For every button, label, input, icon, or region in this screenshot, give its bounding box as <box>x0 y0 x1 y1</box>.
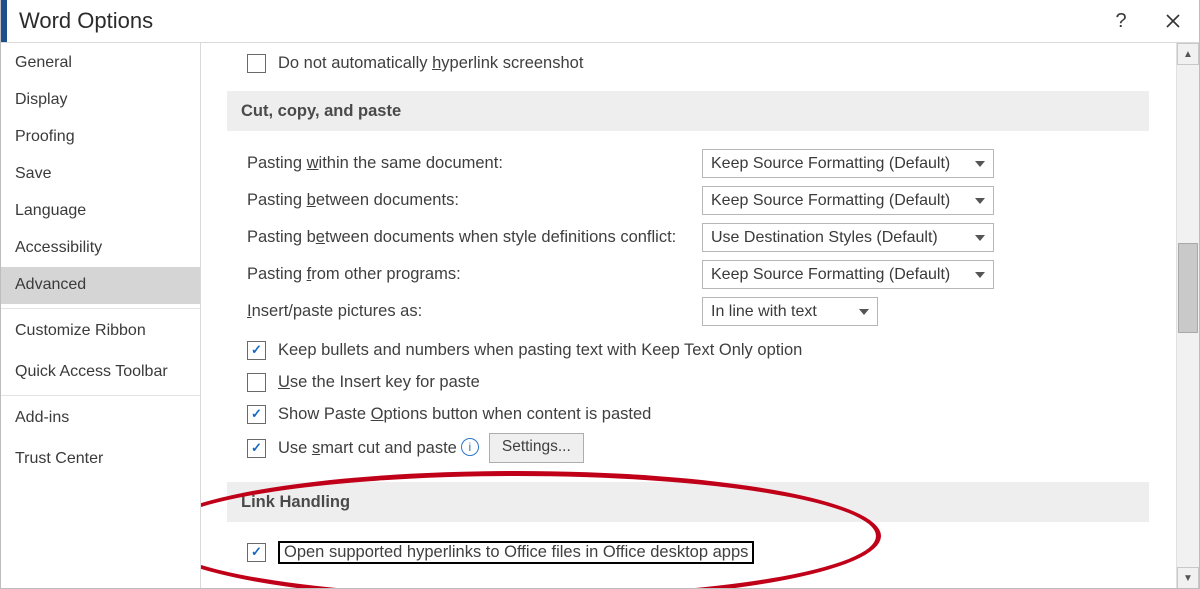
sidebar-item-save[interactable]: Save <box>1 156 200 193</box>
paste-option-label-4: Insert/paste pictures as: <box>247 302 702 321</box>
smart-cut-settings-button[interactable]: Settings... <box>489 433 584 463</box>
paste-checkbox-label-2: Show Paste Options button when content i… <box>278 405 651 424</box>
vertical-scrollbar[interactable]: ▲ ▼ <box>1176 43 1199 589</box>
smart-cut-paste-checkbox[interactable] <box>247 439 266 458</box>
smart-cut-paste-row: Use smart cut and paste i Settings... <box>227 432 1149 464</box>
sidebar-item-quick-access-toolbar[interactable]: Quick Access Toolbar <box>1 354 200 391</box>
title-actions: ? <box>1095 0 1199 42</box>
open-hyperlinks-desktop-label: Open supported hyperlinks to Office file… <box>278 541 754 564</box>
hyperlink-screenshot-row: Do not automatically hyperlink screensho… <box>227 47 1149 79</box>
hyperlink-screenshot-label: Do not automatically hyperlink screensho… <box>278 54 583 73</box>
paste-checkbox-label-0: Keep bullets and numbers when pasting te… <box>278 341 802 360</box>
paste-checkbox-0[interactable] <box>247 341 266 360</box>
paste-option-label-2: Pasting between documents when style def… <box>247 228 702 247</box>
scroll-up-button[interactable]: ▲ <box>1177 43 1199 65</box>
link-handling-row: Open supported hyperlinks to Office file… <box>227 536 1149 568</box>
content-area: ▲ ▼ Do not automatically hyperlink scree… <box>201 43 1199 589</box>
sidebar-item-general[interactable]: General <box>1 45 200 82</box>
paste-option-row-1: Pasting between documents:Keep Source Fo… <box>227 182 1149 219</box>
section-cut-copy-paste: Cut, copy, and paste <box>227 91 1149 131</box>
smart-cut-paste-label: Use smart cut and paste <box>278 439 457 458</box>
paste-option-select-3[interactable]: Keep Source Formatting (Default) <box>702 260 994 289</box>
close-icon <box>1166 14 1180 28</box>
paste-option-row-2: Pasting between documents when style def… <box>227 219 1149 256</box>
sidebar-item-proofing[interactable]: Proofing <box>1 119 200 156</box>
paste-option-label-0: Pasting within the same document: <box>247 154 702 173</box>
hyperlink-screenshot-checkbox[interactable] <box>247 54 266 73</box>
sidebar-item-trust-center[interactable]: Trust Center <box>1 441 200 478</box>
paste-option-label-3: Pasting from other programs: <box>247 265 702 284</box>
sidebar-item-language[interactable]: Language <box>1 193 200 230</box>
title-bar: Word Options ? <box>1 0 1199 43</box>
close-button[interactable] <box>1147 0 1199 42</box>
paste-option-row-4: Insert/paste pictures as:In line with te… <box>227 293 1149 330</box>
paste-checkbox-row-1: Use the Insert key for paste <box>247 366 1149 398</box>
dialog-body: GeneralDisplayProofingSaveLanguageAccess… <box>1 43 1199 589</box>
paste-option-select-2[interactable]: Use Destination Styles (Default) <box>702 223 994 252</box>
paste-option-label-1: Pasting between documents: <box>247 191 702 210</box>
paste-checkbox-row-2: Show Paste Options button when content i… <box>247 398 1149 430</box>
scroll-down-button[interactable]: ▼ <box>1177 567 1199 589</box>
sidebar-item-display[interactable]: Display <box>1 82 200 119</box>
section-link-handling: Link Handling <box>227 482 1149 522</box>
help-button[interactable]: ? <box>1095 0 1147 42</box>
paste-option-select-0[interactable]: Keep Source Formatting (Default) <box>702 149 994 178</box>
info-icon[interactable]: i <box>461 438 479 456</box>
paste-option-row-0: Pasting within the same document:Keep So… <box>227 145 1149 182</box>
paste-option-row-3: Pasting from other programs:Keep Source … <box>227 256 1149 293</box>
paste-checkbox-label-1: Use the Insert key for paste <box>278 373 480 392</box>
sidebar-item-accessibility[interactable]: Accessibility <box>1 230 200 267</box>
sidebar-item-customize-ribbon[interactable]: Customize Ribbon <box>1 308 200 354</box>
word-options-dialog: Word Options ? GeneralDisplayProofingSav… <box>0 0 1200 589</box>
paste-checkbox-2[interactable] <box>247 405 266 424</box>
paste-option-select-1[interactable]: Keep Source Formatting (Default) <box>702 186 994 215</box>
paste-checkbox-row-0: Keep bullets and numbers when pasting te… <box>247 334 1149 366</box>
paste-option-select-4[interactable]: In line with text <box>702 297 878 326</box>
sidebar-item-advanced[interactable]: Advanced <box>1 267 200 304</box>
open-hyperlinks-desktop-checkbox[interactable] <box>247 543 266 562</box>
scroll-thumb[interactable] <box>1178 243 1198 333</box>
options-panel: Do not automatically hyperlink screensho… <box>201 43 1177 589</box>
category-sidebar: GeneralDisplayProofingSaveLanguageAccess… <box>1 43 201 589</box>
sidebar-item-add-ins[interactable]: Add-ins <box>1 395 200 441</box>
dialog-title: Word Options <box>19 8 153 33</box>
paste-checkbox-1[interactable] <box>247 373 266 392</box>
